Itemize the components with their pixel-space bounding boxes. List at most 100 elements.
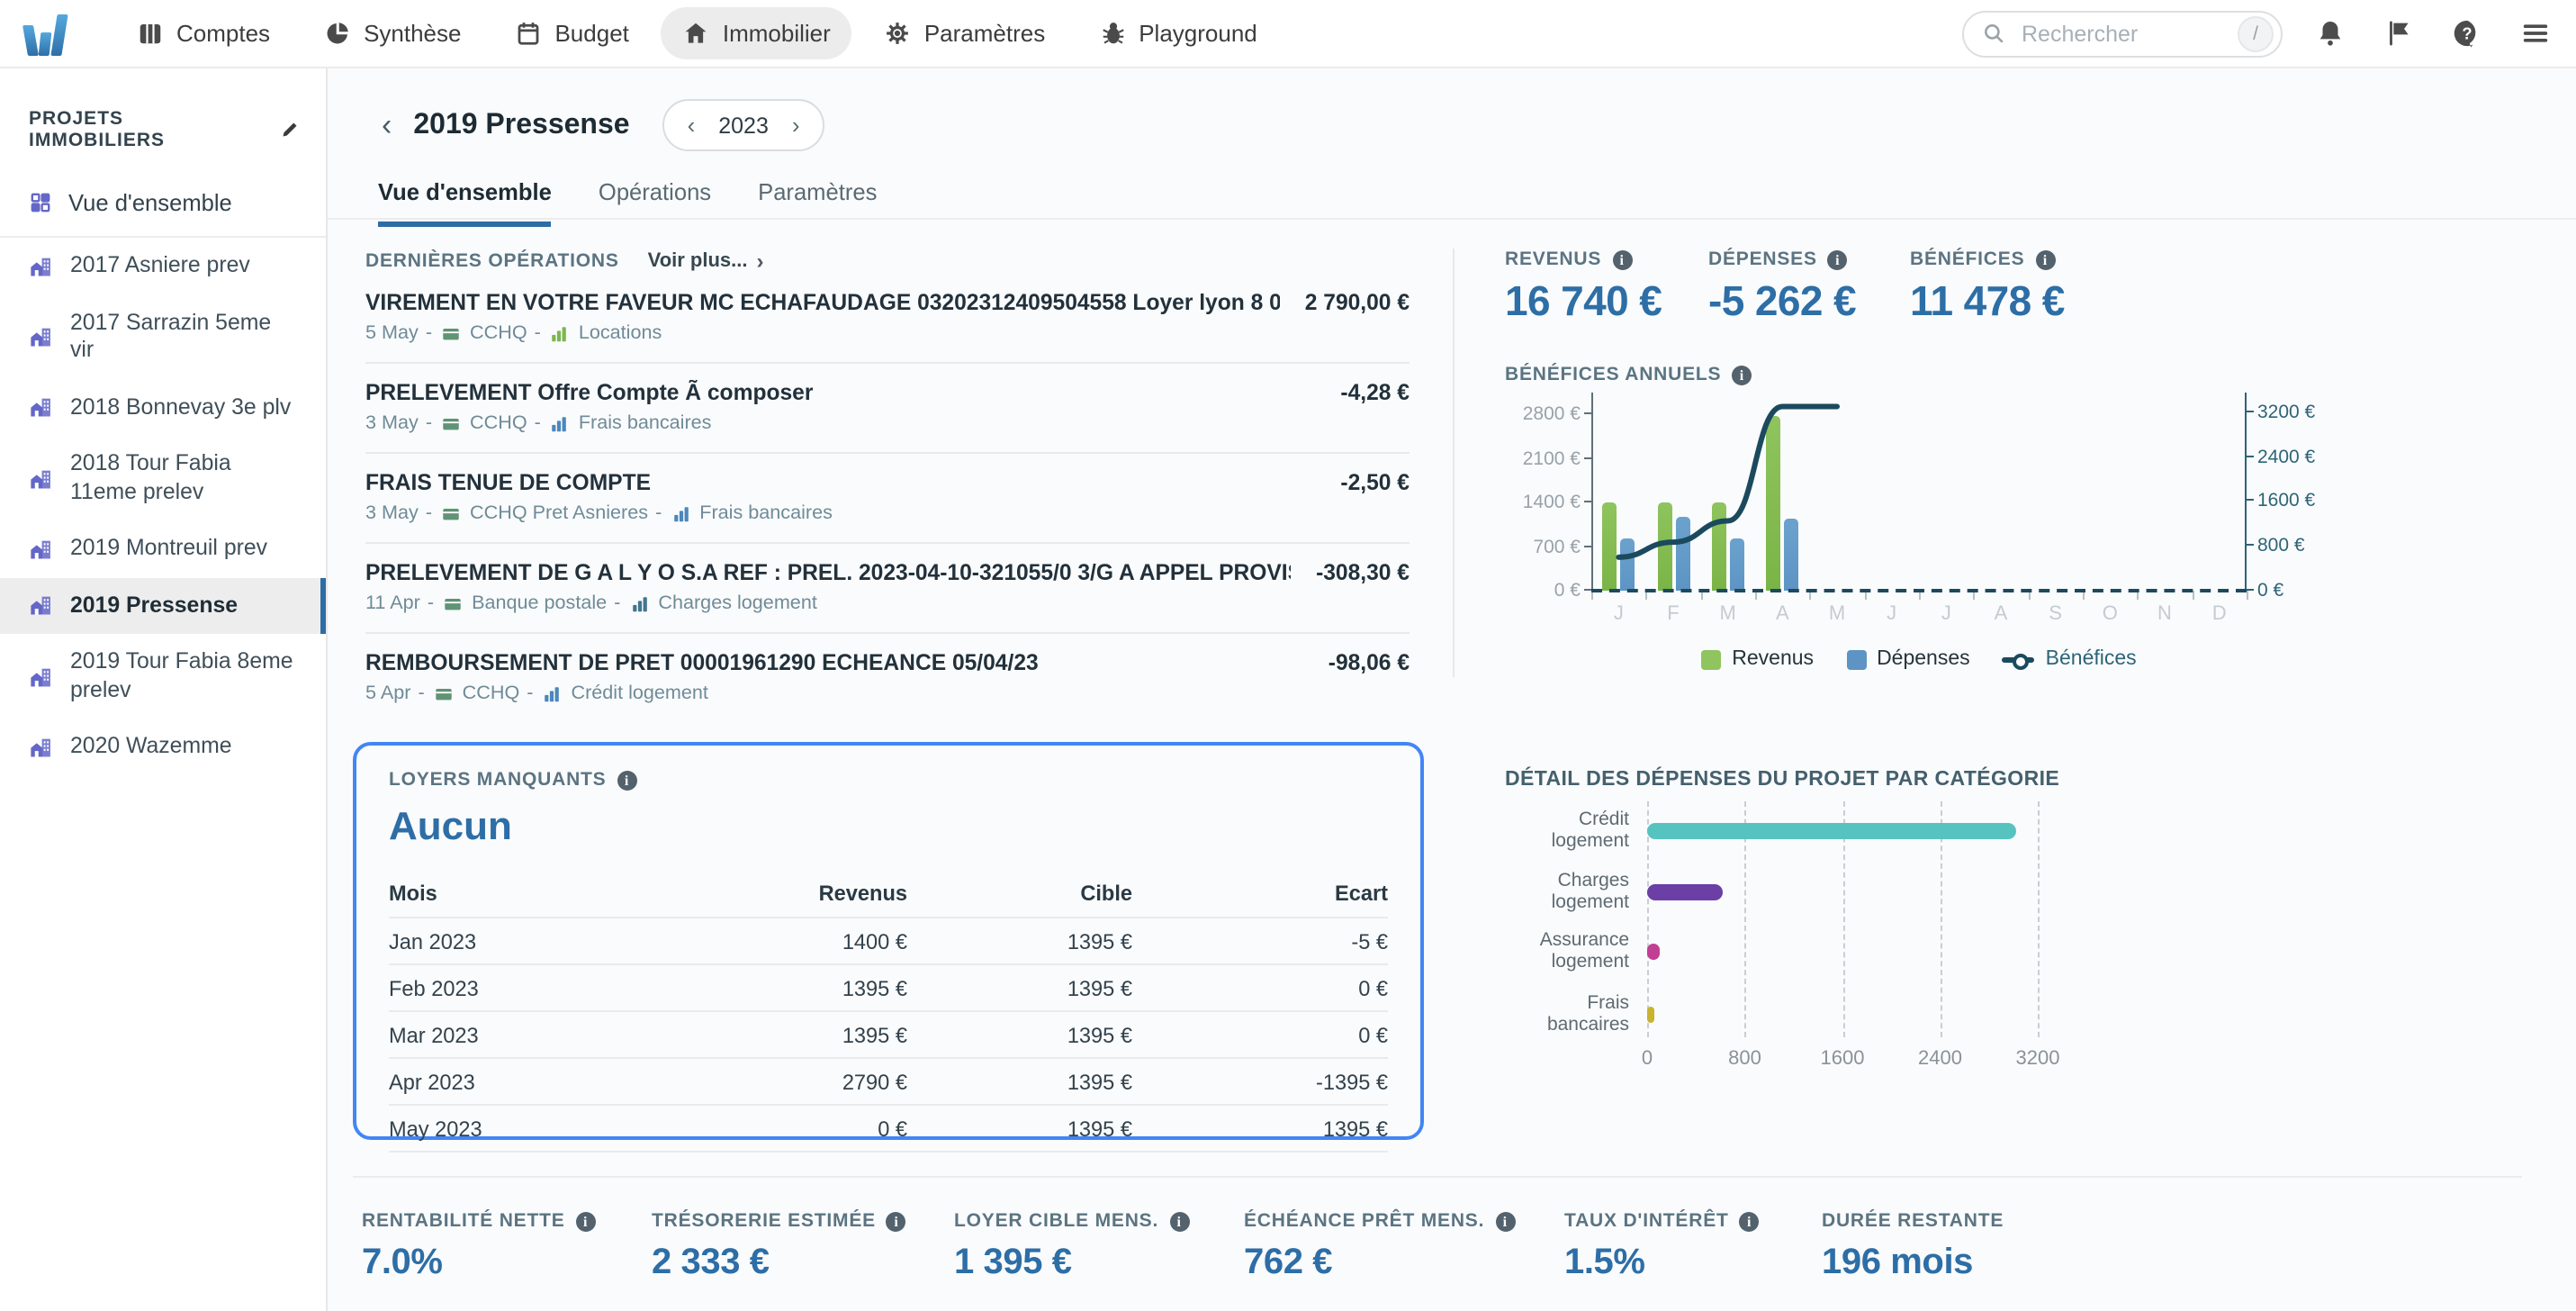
search-input[interactable] [2018, 19, 2225, 48]
sidebar-item-project[interactable]: 2018 Bonnevay 3e plv [0, 379, 326, 436]
expenses-by-category-chart: 0 800 1600 2400 3200 Crédit logement Charg… [1505, 801, 2576, 1071]
x-axis-label: 3200 [2015, 1048, 2060, 1070]
column-header: Revenus [818, 880, 907, 905]
nav-item-label: Synthèse [364, 20, 462, 47]
table-row: Feb 2023 1395 € 1395 € 0 € [389, 965, 1388, 1012]
next-year-chevron-icon[interactable]: › [792, 113, 800, 137]
right-axis-tick [2247, 499, 2254, 502]
project-list: 2017 Asniere prev 2017 Sarrazin 5eme vir 2… [0, 238, 326, 775]
benefices-line-swatch [2002, 652, 2035, 670]
info-icon[interactable]: i [1169, 1211, 1190, 1231]
flag-icon[interactable] [2383, 18, 2414, 49]
right-axis-tick-label: 0 € [2257, 580, 2284, 601]
sidebar-title: PROJETS IMMOBILIERS [29, 108, 165, 151]
left-axis-tick-label: 1400 € [1522, 492, 1581, 514]
operation-category: Crédit logement [571, 683, 708, 704]
info-icon[interactable]: i [2035, 249, 2056, 269]
table-cell: Mar 2023 [389, 1022, 479, 1047]
building-icon [29, 395, 54, 420]
info-icon[interactable]: i [1495, 1211, 1516, 1231]
page-title: 2019 Pressense [413, 109, 630, 140]
sidebar-item-project[interactable]: 2019 Montreuil prev [0, 520, 326, 577]
building-icon [29, 664, 54, 689]
nav-item-paramètres[interactable]: Paramètres [863, 7, 1067, 59]
nav-item-synthèse[interactable]: Synthèse [302, 7, 482, 59]
legend-depenses[interactable]: Dépenses [1846, 648, 1970, 670]
operation-title: PRELEVEMENT Offre Compte Ã composer [365, 380, 814, 405]
operation-row[interactable]: FRAIS TENUE DE COMPTE -2,50 € 3 May - CCHQ … [365, 454, 1410, 544]
month-label: D [2211, 603, 2227, 625]
x-axis-label: 2400 [1918, 1048, 1962, 1070]
search-icon [1982, 22, 2005, 45]
edit-icon[interactable] [279, 119, 301, 140]
operation-amount: 2 790,00 € [1304, 290, 1410, 315]
project-label: 2018 Tour Fabia 11eme prelev [70, 450, 231, 503]
missing-rents-table: Mois Revenus Cible Ecart Jan 2023 1400 € 1395 … [389, 868, 1388, 1153]
operation-row[interactable]: REMBOURSEMENT DE PRET 00001961290 ECHEAN… [365, 634, 1410, 722]
table-cell: 1395 € [1067, 1116, 1132, 1141]
sidebar-item-project[interactable]: 2018 Tour Fabia 11eme prelev [0, 436, 326, 520]
columns-icon [137, 20, 164, 47]
bars-icon [671, 503, 690, 523]
sidebar-item-project[interactable]: 2019 Pressense [0, 577, 326, 634]
bottom-kpi-value: 2 333 € [652, 1243, 770, 1282]
benefices-line [1616, 403, 1840, 560]
back-chevron-icon[interactable]: ‹ [378, 106, 395, 144]
legend-revenus[interactable]: Revenus [1701, 648, 1814, 670]
info-icon[interactable]: i [1612, 249, 1633, 269]
nav-item-comptes[interactable]: Comptes [115, 7, 292, 59]
table-row: Jan 2023 1400 € 1395 € -5 € [389, 918, 1388, 965]
sidebar-title-row: PROJETS IMMOBILIERS [0, 68, 326, 173]
info-icon[interactable]: i [1739, 1211, 1760, 1231]
building-icon [29, 324, 54, 349]
operations-list: VIREMENT EN VOTRE FAVEUR MC ECHAFAUDAGE … [365, 274, 1410, 722]
category-label: Frais bancaires [1546, 992, 1629, 1036]
sidebar: PROJETS IMMOBILIERS Vue d'ensemble 2017 … [0, 68, 328, 1311]
operation-account: Banque postale [472, 592, 608, 614]
month-label: F [1667, 603, 1680, 625]
nav-item-immobilier[interactable]: Immobilier [661, 7, 852, 59]
legend-benefices[interactable]: Bénéfices [2002, 648, 2137, 670]
sidebar-overview-label: Vue d'ensemble [68, 189, 232, 216]
info-icon[interactable]: i [617, 770, 637, 790]
previous-year-chevron-icon[interactable]: ‹ [688, 113, 696, 137]
table-cell: 2790 € [842, 1069, 907, 1094]
left-axis-tick-label: 2100 € [1522, 448, 1581, 470]
bottom-kpi-label: ÉCHÉANCE PRÊT MENS. [1244, 1210, 1485, 1232]
operation-title: REMBOURSEMENT DE PRET 00001961290 ECHEAN… [365, 650, 1039, 675]
table-row: May 2023 0 € 1395 € 1395 € [389, 1106, 1388, 1153]
card-icon [441, 413, 461, 433]
sidebar-item-project[interactable]: 2020 Wazemme [0, 719, 326, 775]
operation-row[interactable]: PRELEVEMENT Offre Compte Ã composer -4,28… [365, 364, 1410, 454]
tabs-divider [328, 218, 2576, 220]
table-cell: 0 € [878, 1116, 907, 1141]
bell-icon[interactable] [2315, 18, 2346, 49]
operation-category: Frais bancaires [578, 412, 712, 434]
sidebar-item-project[interactable]: 2017 Asniere prev [0, 238, 326, 294]
see-more-link[interactable]: Voir plus... › [648, 249, 764, 274]
nav-item-budget[interactable]: Budget [493, 7, 650, 59]
operation-amount: -4,28 € [1340, 380, 1410, 405]
operation-row[interactable]: PRELEVEMENT DE G A L Y O S.A REF : PREL.… [365, 544, 1410, 634]
card-icon [443, 593, 463, 613]
sidebar-item-project[interactable]: 2019 Tour Fabia 8eme prelev [0, 634, 326, 719]
info-icon[interactable]: i [575, 1211, 596, 1231]
bottom-kpi-value: 1.5% [1564, 1243, 1645, 1282]
help-icon[interactable]: ? [2452, 18, 2482, 49]
sidebar-item-overview[interactable]: Vue d'ensemble [0, 173, 326, 236]
svg-text:?: ? [2462, 23, 2472, 42]
info-icon[interactable]: i [1827, 249, 1848, 269]
bottom-kpi-label: DURÉE RESTANTE [1822, 1210, 2004, 1232]
app-logo[interactable] [23, 12, 68, 55]
operation-meta: 3 May - CCHQ - Frais bancaires [365, 412, 712, 434]
kpi-label: REVENUS [1505, 249, 1602, 270]
info-icon[interactable]: i [886, 1211, 906, 1231]
revenus-swatch [1701, 649, 1722, 669]
building-icon [29, 735, 54, 760]
nav-item-playground[interactable]: Playground [1077, 7, 1279, 59]
table-cell: 1395 € [1067, 928, 1132, 954]
left-axis-tick [1584, 412, 1591, 415]
sidebar-item-project[interactable]: 2017 Sarrazin 5eme vir [0, 294, 326, 379]
operation-row[interactable]: VIREMENT EN VOTRE FAVEUR MC ECHAFAUDAGE … [365, 274, 1410, 364]
menu-icon[interactable] [2520, 18, 2551, 49]
